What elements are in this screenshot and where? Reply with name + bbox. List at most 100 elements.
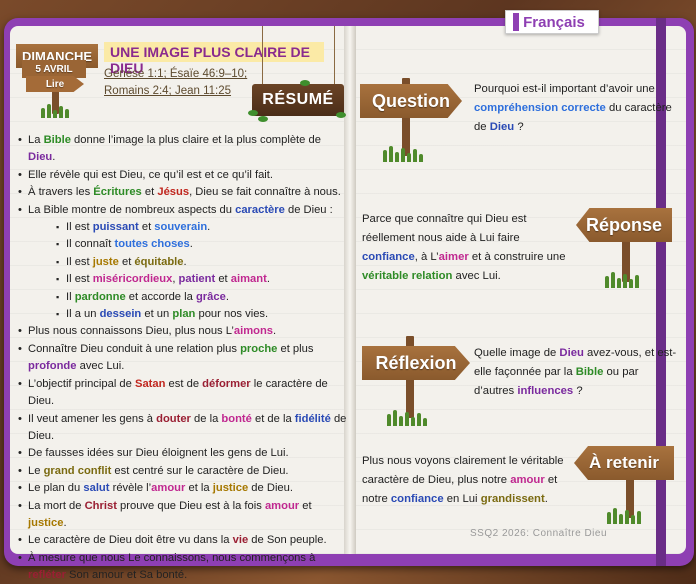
attribute-list-item: Il a un dessein et un plan pour nos vies… — [18, 306, 348, 324]
reflexion-text: Quelle image de Dieu avez-vous, et est-e… — [474, 344, 678, 401]
text-segment: . — [544, 493, 548, 505]
highlighted-word: juste — [92, 255, 119, 268]
text-segment: donne l’image la plus claire et la plus … — [70, 134, 321, 146]
text-segment: . — [183, 255, 187, 268]
highlighted-word: déformer — [202, 377, 251, 390]
highlighted-word: confiance — [390, 493, 444, 505]
text-segment: Il a un — [66, 308, 100, 321]
highlighted-word: Jésus — [157, 186, 190, 199]
highlighted-word: Dieu — [559, 347, 584, 359]
summary-list-item: Elle révèle qui est Dieu, ce qu’il est e… — [18, 167, 348, 185]
summary-list-item: Plus nous connaissons Dieu, plus nous L’… — [18, 323, 348, 341]
highlighted-word: justice — [28, 516, 64, 529]
leaf-icon — [300, 80, 310, 86]
highlighted-word: grâce — [195, 290, 226, 303]
text-segment: de Dieu : — [284, 203, 333, 216]
text-segment: ? — [573, 385, 583, 397]
refs-line-2[interactable]: Romains 2:4; Jean 11:25 — [104, 83, 264, 100]
text-segment: en Lui — [443, 493, 481, 505]
date-sign-action: Lire — [26, 76, 84, 92]
text-segment: ? — [514, 121, 524, 133]
rope-left — [262, 26, 263, 86]
text-segment: Il est — [66, 255, 93, 268]
text-segment: La — [28, 134, 44, 146]
text-segment: La Bible montre de nombreux aspects du — [28, 203, 236, 216]
highlighted-word: Satan — [134, 377, 166, 390]
text-segment: Connaître Dieu conduit à une relation pl… — [28, 342, 241, 355]
highlighted-word: influences — [517, 385, 574, 397]
question-text: Pourquoi est-il important d’avoir une co… — [474, 80, 672, 137]
summary-list-item: La mort de Christ prouve que Dieu est à … — [18, 498, 348, 533]
text-segment: et à construire une — [468, 251, 566, 263]
text-segment: et plus — [277, 342, 314, 355]
footer-text: SSQ2 2026: Connaître Dieu — [470, 528, 608, 539]
highlighted-word: salut — [83, 482, 110, 495]
text-segment: de Dieu. — [248, 482, 293, 495]
scripture-references[interactable]: Genèse 1:1; Ésaïe 46:9–10; Romains 2:4; … — [104, 66, 264, 100]
highlighted-word: amour — [264, 499, 300, 512]
grass-icon — [604, 272, 640, 288]
highlighted-word: proche — [240, 342, 278, 355]
highlighted-word: Bible — [43, 134, 71, 146]
attribute-list-item: Il pardonne et accorde la grâce. — [18, 289, 348, 307]
attribute-list-item: Il est puissant et souverain. — [18, 219, 348, 237]
text-segment: est centré sur le caractère de Dieu. — [111, 464, 289, 477]
highlighted-word: Écritures — [93, 186, 142, 199]
summary-list-item: Le grand conflit est centré sur le carac… — [18, 463, 348, 481]
highlighted-word: Christ — [84, 499, 117, 512]
grass-icon — [386, 410, 428, 426]
highlighted-word: aimer — [438, 251, 469, 263]
text-segment: . — [266, 273, 270, 286]
text-segment: avec Lui. — [76, 360, 125, 373]
text-segment: La mort de — [28, 499, 85, 512]
grass-icon — [382, 146, 424, 162]
language-tab[interactable]: Français — [505, 10, 599, 34]
highlighted-word: miséricordieux — [92, 273, 173, 286]
text-segment: et un — [141, 308, 173, 321]
summary-list-item: Le plan du salut révèle l’amour et la ju… — [18, 480, 348, 498]
highlighted-word: grand conflit — [43, 464, 112, 477]
highlighted-word: toutes choses — [114, 238, 190, 251]
highlighted-word: dessein — [99, 308, 142, 321]
leaf-icon — [248, 110, 258, 116]
text-segment: , Dieu se fait connaître à nous. — [189, 186, 341, 199]
summary-list-item: Connaître Dieu conduit à une relation pl… — [18, 341, 348, 376]
highlighted-word: patient — [178, 273, 216, 286]
text-segment: Le — [28, 464, 44, 477]
highlighted-word: vie — [232, 534, 249, 547]
highlighted-word: pardonne — [74, 290, 126, 303]
reflexion-sign: Réflexion — [362, 346, 470, 380]
text-segment: et — [118, 255, 135, 268]
text-segment: et — [215, 273, 231, 286]
text-segment: À travers les — [28, 186, 94, 199]
text-segment: Parce que connaître qui Dieu est réellem… — [362, 213, 527, 244]
text-segment: . — [189, 238, 193, 251]
rope-right — [334, 26, 335, 86]
retenir-sign: À retenir — [574, 446, 674, 480]
highlighted-word: amour — [510, 474, 545, 486]
text-segment: . — [225, 290, 229, 303]
attribute-list-item: Il est juste et équitable. — [18, 254, 348, 272]
text-segment: Il connaît — [66, 238, 115, 251]
highlighted-word: compréhension correcte — [474, 102, 606, 114]
text-segment: Quelle image de — [474, 347, 560, 359]
summary-list-item: Il veut amener les gens à douter de la b… — [18, 411, 348, 446]
highlighted-word: refléter — [28, 569, 66, 582]
highlighted-word: grandissent — [480, 493, 545, 505]
highlighted-word: plan — [172, 308, 196, 321]
highlighted-word: Dieu — [489, 121, 515, 133]
highlighted-word: équitable — [134, 255, 184, 268]
highlighted-word: amour — [151, 482, 186, 495]
highlighted-word: profonde — [28, 360, 77, 373]
summary-list-item: La Bible donne l’image la plus claire et… — [18, 132, 348, 167]
summary-list-item: De fausses idées sur Dieu éloignent les … — [18, 445, 348, 463]
text-segment: et — [138, 221, 155, 234]
text-segment: Il est — [66, 221, 93, 234]
highlighted-word: douter — [156, 412, 191, 425]
refs-line-1[interactable]: Genèse 1:1; Ésaïe 46:9–10; — [104, 66, 264, 83]
highlighted-word: aimant — [230, 273, 267, 286]
text-segment: est de — [165, 377, 203, 390]
date-sign-date: 5 AVRIL — [22, 60, 86, 78]
question-sign: Question — [360, 84, 462, 118]
resume-sign: RÉSUMÉ — [252, 84, 344, 116]
